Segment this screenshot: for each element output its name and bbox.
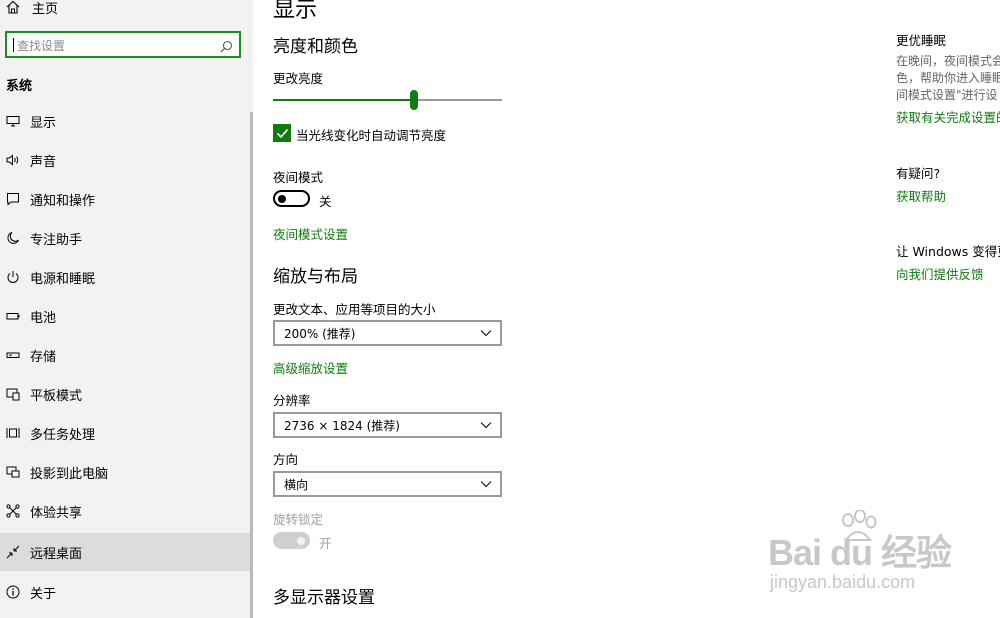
sidebar-item-battery[interactable]: 电池 [0, 297, 250, 335]
monitor-icon [5, 113, 21, 129]
sidebar-item-label: 电池 [30, 310, 57, 326]
text-size-dropdown[interactable]: 200% (推荐) [273, 320, 502, 346]
orientation-value: 横向 [284, 477, 309, 492]
sidebar-item-label: 投影到此电脑 [30, 466, 109, 482]
home-link[interactable]: 主页 [6, 0, 59, 17]
night-mode-toggle[interactable] [273, 190, 310, 207]
sidebar-item-notifications[interactable]: 通知和操作 [0, 180, 250, 218]
text-size-label: 更改文本、应用等项目的大小 [273, 302, 436, 317]
sidebar-item-label: 通知和操作 [30, 193, 96, 209]
search-box[interactable]: 查找设置 [5, 31, 241, 58]
sidebar-item-remote-desktop[interactable]: 远程桌面 [0, 533, 250, 571]
home-label: 主页 [32, 1, 59, 17]
chevron-down-icon [480, 478, 492, 493]
text-size-value: 200% (推荐) [284, 326, 356, 341]
scale-section-title: 缩放与布局 [273, 267, 358, 287]
multi-display-section-title: 多显示器设置 [273, 588, 375, 608]
sidebar-item-label: 多任务处理 [30, 427, 96, 443]
sleep-link[interactable]: 获取有关完成设置的 [896, 107, 1000, 126]
sidebar-item-label: 专注助手 [30, 232, 83, 248]
info-icon [5, 584, 21, 600]
orientation-label: 方向 [273, 452, 299, 467]
home-icon [6, 0, 20, 14]
power-icon [5, 269, 21, 285]
chevron-down-icon [480, 327, 492, 342]
watermark-url: jingyan.baidu.com [770, 572, 916, 592]
sleep-text-line: 在晚间，夜间模式会 [896, 54, 1000, 68]
resolution-value: 2736 × 1824 (推荐) [284, 418, 400, 433]
sidebar-item-label: 电源和睡眠 [30, 271, 96, 287]
toggle-knob [297, 536, 305, 545]
multitask-icon [5, 425, 21, 441]
sidebar-item-multitasking[interactable]: 多任务处理 [0, 414, 250, 452]
brightness-section-title: 亮度和颜色 [273, 37, 358, 57]
watermark: Bai du 经验 jingyan.baidu.com [768, 510, 958, 600]
moon-icon [5, 230, 21, 246]
chevron-down-icon [480, 419, 492, 434]
night-mode-state: 关 [319, 194, 332, 209]
brightness-label: 更改亮度 [273, 71, 324, 86]
brightness-slider-thumb[interactable] [410, 90, 418, 110]
sidebar-item-sound[interactable]: 声音 [0, 141, 250, 179]
sidebar-item-label: 声音 [30, 154, 57, 170]
sidebar-item-label: 显示 [30, 115, 57, 131]
feedback-link[interactable]: 向我们提供反馈 [896, 264, 984, 283]
question-title: 有疑问? [896, 166, 941, 181]
rotation-lock-label: 旋转锁定 [273, 512, 324, 527]
speaker-icon [5, 152, 21, 168]
brightness-slider-track[interactable] [273, 99, 502, 101]
battery-icon [5, 308, 21, 324]
sidebar-item-label: 体验共享 [30, 505, 83, 521]
message-icon [5, 191, 21, 207]
orientation-dropdown[interactable]: 横向 [273, 471, 502, 497]
sidebar-scrollbar[interactable] [250, 112, 253, 618]
advanced-scale-link[interactable]: 高级缩放设置 [273, 358, 348, 377]
remote-desktop-icon [5, 544, 21, 560]
sidebar-item-power-sleep[interactable]: 电源和睡眠 [0, 258, 250, 296]
sidebar-item-label: 关于 [30, 586, 57, 602]
sidebar-item-storage[interactable]: 存储 [0, 336, 250, 374]
sidebar-item-label: 平板模式 [30, 388, 83, 404]
watermark-brand: Bai du 经验 [768, 532, 952, 573]
project-icon [5, 464, 21, 480]
feedback-title: 让 Windows 变得更 [896, 244, 1000, 259]
auto-brightness-label: 当光线变化时自动调节亮度 [296, 128, 447, 143]
sleep-title: 更优睡眠 [896, 33, 947, 48]
sidebar-item-label: 远程桌面 [30, 546, 83, 562]
section-title: 系统 [6, 79, 33, 94]
sidebar-item-display[interactable]: 显示 [0, 102, 250, 140]
sidebar: 主页 查找设置 系统 显示 声音 通知和操作 专注助手 电源和睡眠 电池 存储 … [0, 0, 253, 618]
sidebar-item-focus-assist[interactable]: 专注助手 [0, 219, 250, 257]
night-mode-settings-link[interactable]: 夜间模式设置 [273, 224, 348, 243]
text-caret [13, 38, 14, 52]
get-help-link[interactable]: 获取帮助 [896, 186, 946, 205]
storage-icon [5, 347, 21, 363]
sidebar-item-shared-experiences[interactable]: 体验共享 [0, 492, 250, 530]
sleep-text-line: 色，帮助你进入睡眠 [896, 71, 1000, 85]
search-placeholder: 查找设置 [17, 39, 66, 53]
sidebar-item-about[interactable]: 关于 [0, 573, 250, 611]
night-mode-label: 夜间模式 [273, 170, 324, 185]
sidebar-item-label: 存储 [30, 349, 57, 365]
sidebar-item-tablet-mode[interactable]: 平板模式 [0, 375, 250, 413]
auto-brightness-checkbox[interactable] [273, 124, 291, 142]
checkmark-icon [276, 128, 288, 138]
sidebar-item-project[interactable]: 投影到此电脑 [0, 453, 250, 491]
share-icon [5, 503, 21, 519]
resolution-label: 分辨率 [273, 393, 311, 408]
sleep-text-line: 间模式设置"进行设 [896, 88, 998, 102]
resolution-dropdown[interactable]: 2736 × 1824 (推荐) [273, 412, 502, 438]
page-title: 显示 [273, 0, 318, 23]
search-icon[interactable] [220, 38, 233, 57]
toggle-knob [278, 194, 286, 203]
brightness-slider-fill [273, 99, 410, 101]
rotation-lock-toggle[interactable] [273, 532, 310, 549]
rotation-lock-state: 开 [319, 536, 332, 551]
tablet-mode-icon [5, 386, 21, 402]
